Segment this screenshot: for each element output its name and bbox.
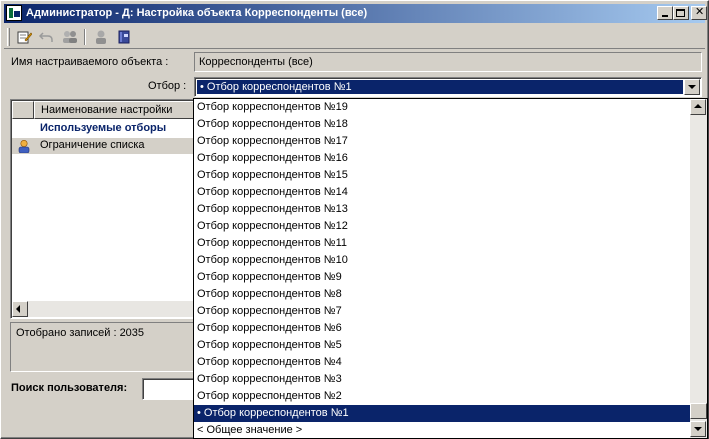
filter-combobox[interactable]: • Отбор корреспондентов №1 [194,77,702,97]
user-icon [18,139,30,153]
app-icon[interactable] [6,5,22,21]
grid-horizontal-scrollbar[interactable] [12,301,194,317]
grid-header: Наименование настройки [12,101,194,119]
dropdown-item[interactable]: Отбор корреспондентов №4 [194,354,691,371]
grid-row-label: Используемые отборы [40,122,167,134]
grid-row-used-filters[interactable]: Используемые отборы [12,121,194,137]
dropdown-item[interactable]: Отбор корреспондентов №17 [194,133,691,150]
dropdown-item[interactable]: Отбор корреспондентов №3 [194,371,691,388]
undo-button[interactable] [36,28,56,46]
dropdown-item[interactable]: Отбор корреспондентов №5 [194,337,691,354]
object-name-field: Корреспонденты (все) [194,52,702,72]
toolbar [4,25,705,49]
dropdown-item[interactable]: Отбор корреспондентов №19 [194,99,691,116]
dropdown-vertical-scrollbar[interactable] [690,99,707,438]
undo-icon [38,32,53,42]
window-title: Администратор - Д: Настройка объекта Кор… [26,7,368,19]
title-bar[interactable]: Администратор - Д: Настройка объекта Кор… [4,4,707,23]
filter-dropdown-list[interactable]: Отбор корреспондентов №19 Отбор корреспон… [193,98,708,439]
toolbar-grip[interactable] [7,28,10,46]
dropdown-item[interactable]: Отбор корреспондентов №14 [194,184,691,201]
arrow-left-icon [16,305,20,313]
scroll-down-button[interactable] [690,421,706,437]
filter-combobox-value[interactable]: • Отбор корреспондентов №1 [197,80,683,94]
chevron-down-icon [688,85,696,89]
dropdown-item[interactable]: Отбор корреспондентов №2 [194,388,691,405]
dropdown-item[interactable]: Отбор корреспондентов №6 [194,320,691,337]
user-button[interactable] [91,28,111,46]
maximize-icon [676,9,685,17]
dropdown-item[interactable]: Отбор корреспондентов №7 [194,303,691,320]
minimize-button[interactable] [657,6,673,20]
dropdown-items: Отбор корреспондентов №19 Отбор корреспон… [194,99,691,438]
scrollbar-thumb[interactable] [690,403,707,419]
toolbar-separator [84,29,86,45]
dropdown-item[interactable]: Отбор корреспондентов №15 [194,167,691,184]
grid-row-list-restriction[interactable]: Ограничение списка [12,138,194,154]
dropdown-item[interactable]: Отбор корреспондентов №18 [194,116,691,133]
settings-grid: Наименование настройки Используемые отбо… [10,99,195,319]
user-icon [96,30,106,44]
book-icon [118,30,130,44]
status-panel: Отобрано записей : 2035 [10,322,195,372]
records-count: Отобрано записей : 2035 [16,327,145,339]
users-icon [63,31,77,43]
dropdown-item[interactable]: < Общее значение > [194,422,691,438]
maximize-button[interactable] [673,6,689,20]
dropdown-item[interactable]: Отбор корреспондентов №12 [194,218,691,235]
users-button[interactable] [60,28,80,46]
edit-icon [17,31,32,44]
dropdown-item[interactable]: • Отбор корреспондентов №1 [194,405,691,422]
close-button[interactable]: ✕ [691,6,707,20]
arrow-down-icon [694,427,702,431]
filter-dropdown-button[interactable] [684,79,700,95]
scroll-up-button[interactable] [690,99,706,115]
object-name-label: Имя настраиваемого объекта : [11,56,169,68]
close-icon: ✕ [695,6,705,18]
edit-button[interactable] [14,28,34,46]
arrow-up-icon [694,104,702,108]
dropdown-item[interactable]: Отбор корреспондентов №16 [194,150,691,167]
dropdown-item[interactable]: Отбор корреспондентов №8 [194,286,691,303]
grid-column-header[interactable]: Наименование настройки [34,101,194,119]
grid-row-label: Ограничение списка [40,139,145,151]
main-window: Администратор - Д: Настройка объекта Кор… [0,0,709,439]
minimize-icon [662,15,668,17]
filter-label: Отбор : [148,80,187,92]
dropdown-item[interactable]: Отбор корреспондентов №9 [194,269,691,286]
book-button[interactable] [114,28,134,46]
search-label: Поиск пользователя: [11,382,128,394]
grid-header-corner [12,101,34,119]
scroll-left-button[interactable] [12,301,28,317]
dropdown-item[interactable]: Отбор корреспондентов №10 [194,252,691,269]
dropdown-item[interactable]: Отбор корреспондентов №11 [194,235,691,252]
dropdown-item[interactable]: Отбор корреспондентов №13 [194,201,691,218]
